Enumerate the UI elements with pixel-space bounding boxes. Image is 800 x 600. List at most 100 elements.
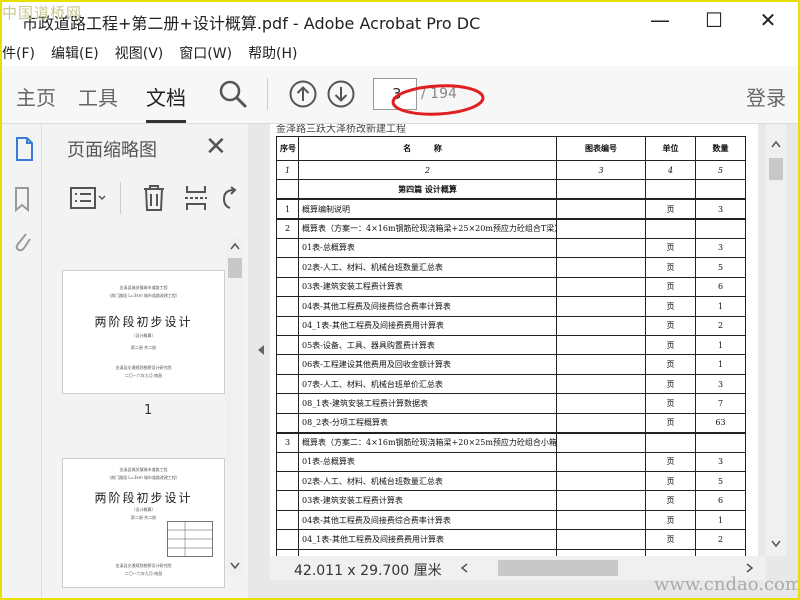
index-cell: 5 — [695, 159, 746, 181]
table-cell-name: 03表-建筑安装工程费计算表 — [298, 490, 557, 511]
maximize-button[interactable]: ☐ — [694, 4, 734, 36]
thumbnail-panel-title: 页面缩略图 — [67, 140, 157, 161]
thumb-line: 金溪县交通规划勘察设计研究院 — [115, 365, 172, 370]
page-header-text: 金泽路三跃大泽桥改新建工程 — [276, 124, 406, 135]
table-cell-unit: 页 — [645, 451, 696, 473]
table-header-row: 序号 名 称 图表编号 单位 数量 — [276, 136, 746, 161]
horizontal-scroll-thumb[interactable] — [498, 560, 618, 576]
table-row: 02表-人工、材料、机械台班数量汇总表 页 5 — [276, 470, 746, 492]
table-cell-qty: 2 — [695, 315, 746, 336]
scroll-right-icon[interactable] — [746, 563, 754, 573]
thumbnail-scroll-thumb[interactable] — [228, 258, 242, 278]
highlight-ellipse-annotation — [391, 84, 485, 116]
page-thumbnail-1[interactable]: 金溪县城关镇城市道路工程 （南门路段 L=3km 城市道路改建工程） 两阶段初步… — [62, 270, 225, 394]
thumb-line: 金溪县城关镇城市道路工程 — [119, 285, 168, 290]
table-row: 01表-总概算表 页 3 — [276, 237, 746, 259]
table-cell-code — [556, 257, 646, 278]
table-cell-code — [556, 393, 646, 414]
delete-icon[interactable] — [141, 184, 167, 212]
table-cell-no: 3 — [276, 431, 299, 453]
login-link[interactable]: 登录 — [746, 82, 786, 111]
tab-document[interactable]: 文档 — [146, 82, 186, 111]
scroll-down-icon[interactable] — [230, 562, 240, 570]
table-cell-unit: 页 — [645, 470, 696, 492]
table-cell-name: 02表-人工、材料、机械台班数量汇总表 — [298, 257, 557, 278]
thumb-line: 二〇一六年九月·南昌 — [124, 373, 163, 378]
menu-file[interactable]: 件(F) — [2, 43, 35, 63]
table-cell-code — [556, 529, 646, 550]
document-vertical-scrollbar[interactable] — [766, 124, 786, 556]
header-cell: 单位 — [645, 136, 696, 161]
toolbar-separator — [267, 78, 268, 110]
window-title: 市政道路工程+第二册+设计概算.pdf - Adobe Acrobat Pro … — [22, 14, 481, 33]
thumbnail-scrollbar[interactable] — [226, 238, 244, 576]
table-cell-unit — [645, 431, 696, 453]
collapse-panel-icon[interactable] — [256, 344, 266, 356]
page-thumbnail-2[interactable]: 金溪县城关镇城市道路工程 （南门路段 L=3km 城市道路改建工程） 两阶段初步… — [62, 458, 225, 588]
table-cell-no — [276, 354, 299, 375]
header-cell: 数量 — [695, 136, 746, 161]
table-row: 01表-总概算表 页 3 — [276, 451, 746, 473]
active-tab-indicator — [146, 120, 186, 123]
table-cell-no — [276, 296, 299, 317]
tab-home[interactable]: 主页 — [16, 82, 56, 111]
close-panel-button[interactable]: ✕ — [205, 132, 227, 162]
document-page: 金泽路三跃大泽桥改新建工程 序号 名 称 图表编号 单位 数量 1 2 3 4 … — [270, 124, 758, 556]
table-cell-unit: 页 — [645, 373, 696, 395]
bookmark-icon[interactable] — [14, 186, 30, 212]
search-icon[interactable] — [218, 79, 248, 109]
table-row: 06表-工程建设其他费用及回收金额计算表 页 1 — [276, 354, 746, 375]
thumbnail-panel: 页面缩略图 ✕ 金溪县城关镇城市道路工程 （南门路段 L=3km 城市道路改建工… — [42, 124, 248, 600]
header-cell: 序号 — [276, 136, 299, 161]
thumb-line: 金溪县交通规划勘察设计研究院 — [115, 563, 172, 568]
table-cell-no — [276, 373, 299, 395]
close-window-button[interactable]: ✕ — [748, 4, 788, 36]
thumb-line: 第二册 共二册 — [130, 345, 157, 350]
table-cell-name: 04表-其他工程费及间接费综合费率计算表 — [298, 296, 557, 317]
menu-view[interactable]: 视图(V) — [115, 43, 164, 63]
section-cell — [556, 179, 646, 200]
scroll-up-icon[interactable] — [771, 140, 781, 148]
table-cell-name: 08_2表-分项工程概算表 — [298, 412, 557, 434]
rotate-icon[interactable] — [220, 186, 238, 210]
table-cell-code — [556, 334, 646, 356]
attachment-icon[interactable] — [12, 228, 32, 254]
page-thumbnails-icon[interactable] — [14, 136, 34, 162]
next-page-icon[interactable] — [326, 79, 356, 109]
watermark-bottom: www.cndao.com — [654, 574, 800, 595]
table-row: 02表-人工、材料、机械台班数量汇总表 页 5 — [276, 257, 746, 278]
table-cell-code — [556, 451, 646, 473]
tab-tools[interactable]: 工具 — [78, 82, 118, 111]
table-index-row: 1 2 3 4 5 — [276, 159, 746, 181]
table-cell-unit: 页 — [645, 490, 696, 511]
menu-help[interactable]: 帮助(H) — [248, 43, 297, 63]
previous-page-icon[interactable] — [288, 79, 318, 109]
table-cell-qty: 1 — [695, 296, 746, 317]
table-row: 04_1表-其他工程费及间接费费用计算表 页 2 — [276, 529, 746, 550]
minimize-button[interactable]: — — [640, 4, 680, 36]
scroll-up-icon[interactable] — [230, 242, 240, 250]
table-cell-name: 08_1表-建筑安装工程费计算数据表 — [298, 393, 557, 414]
table-cell-qty: 6 — [695, 276, 746, 298]
table-cell-qty: 63 — [695, 412, 746, 434]
document-scroll-thumb[interactable] — [769, 158, 783, 180]
table-cell-unit: 页 — [645, 509, 696, 531]
table-cell-code — [556, 412, 646, 434]
table-cell-qty: 5 — [695, 257, 746, 278]
insert-page-icon[interactable] — [183, 184, 209, 212]
scroll-left-icon[interactable] — [460, 563, 468, 573]
table-cell-code — [556, 315, 646, 336]
table-row: 04表-其他工程费及间接费综合费率计算表 页 1 — [276, 296, 746, 317]
table-cell-no — [276, 451, 299, 473]
menu-bar: 件(F) 编辑(E) 视图(V) 窗口(W) 帮助(H) — [0, 40, 800, 66]
scroll-down-icon[interactable] — [771, 540, 781, 548]
index-cell: 1 — [276, 159, 299, 181]
menu-edit[interactable]: 编辑(E) — [51, 43, 99, 63]
table-row: 03表-建筑安装工程费计算表 页 6 — [276, 490, 746, 511]
options-menu-icon[interactable] — [69, 186, 109, 210]
table-cell-code — [556, 217, 646, 239]
table-cell-no — [276, 276, 299, 298]
menu-window[interactable]: 窗口(W) — [179, 43, 232, 63]
table-cell-qty — [695, 431, 746, 453]
table-cell-no — [276, 412, 299, 434]
